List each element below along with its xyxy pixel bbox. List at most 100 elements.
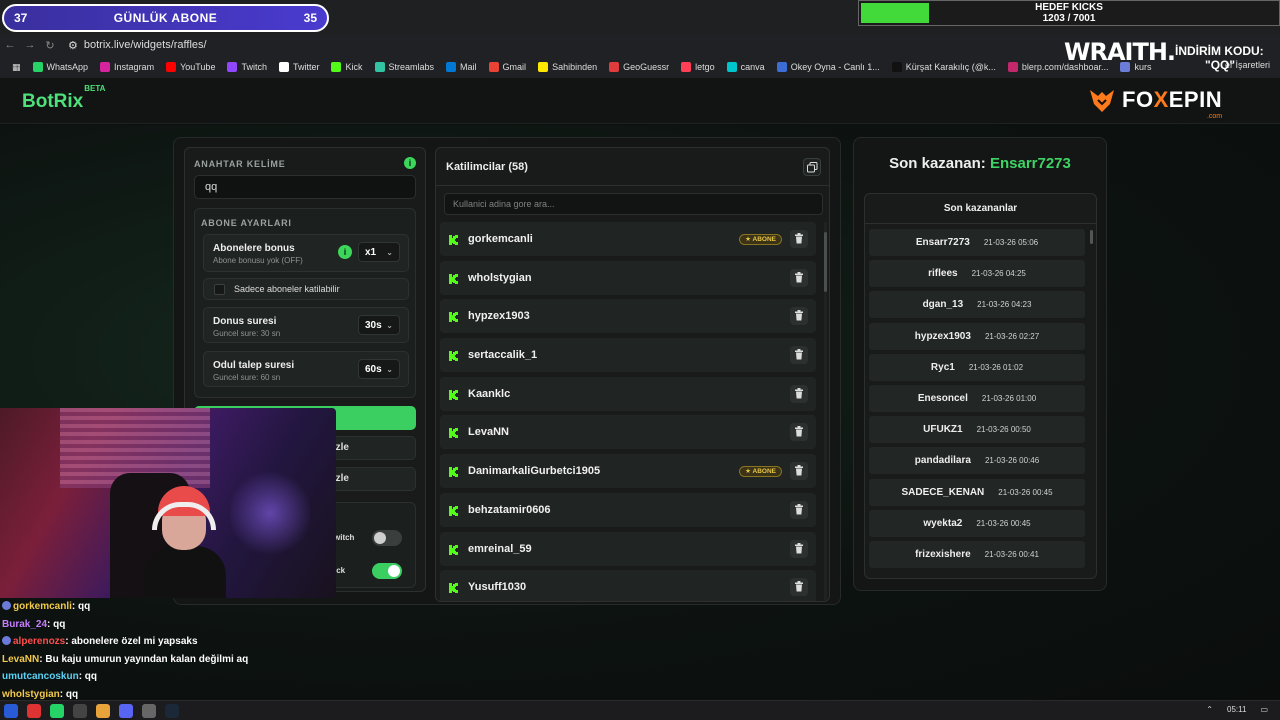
remove-participant-button[interactable] bbox=[790, 462, 808, 481]
remove-participant-button[interactable] bbox=[790, 230, 808, 248]
site-info-icon[interactable]: ⚙ bbox=[68, 39, 78, 52]
url-field[interactable]: ⚙ botrix.live/widgets/raffles/ bbox=[68, 39, 207, 52]
claim-time-select[interactable]: 60s ⌄ bbox=[358, 359, 400, 379]
participant-row[interactable]: LevaNN bbox=[440, 415, 816, 450]
kick-icon bbox=[448, 504, 460, 516]
participant-scrollbar[interactable] bbox=[824, 222, 827, 600]
bookmark-7[interactable]: Mail bbox=[442, 62, 485, 72]
participant-search-input[interactable]: Kullanici adina gore ara... bbox=[444, 193, 823, 215]
participant-row[interactable]: gorkemcanli ★ ABONE bbox=[440, 222, 816, 256]
winner-date: 21-03-26 00:46 bbox=[984, 456, 1040, 466]
bookmark-favicon-icon bbox=[32, 62, 43, 72]
sub-bonus-select[interactable]: x1 ⌄ bbox=[358, 242, 400, 262]
bookmark-8[interactable]: Gmail bbox=[485, 62, 535, 72]
bookmark-label: GeoGuessr bbox=[623, 62, 670, 72]
chat-username: wholstygian bbox=[2, 688, 60, 700]
keyword-input[interactable]: qq bbox=[194, 175, 416, 199]
remove-participant-button[interactable] bbox=[790, 307, 808, 326]
bookmark-14[interactable]: Kürşat Karakılıç (@k... bbox=[888, 62, 1004, 72]
participant-row[interactable]: emreinal_59 bbox=[440, 531, 816, 566]
last-winner-name: Ensarr7273 bbox=[989, 155, 1071, 172]
bookmark-label: Mail bbox=[460, 62, 477, 72]
winner-name: SADECE_KENAN bbox=[901, 486, 985, 498]
discord-icon[interactable] bbox=[119, 704, 133, 718]
participant-row[interactable]: Kaanklc bbox=[440, 376, 816, 411]
bookmark-favicon-icon bbox=[726, 62, 737, 72]
remove-participant-button[interactable] bbox=[790, 539, 808, 558]
winners-scrollbar[interactable] bbox=[1090, 230, 1093, 570]
kick-icon bbox=[448, 272, 460, 284]
remove-participant-button[interactable] bbox=[790, 268, 808, 287]
info-icon[interactable]: i bbox=[404, 157, 416, 169]
obs-icon[interactable] bbox=[142, 704, 156, 718]
botrix-logo[interactable]: BotRixBETA bbox=[22, 84, 105, 113]
bookmark-5[interactable]: Kick bbox=[327, 62, 370, 72]
bookmark-2[interactable]: YouTube bbox=[162, 62, 223, 72]
winner-name: Ryc1 bbox=[930, 361, 955, 373]
remove-participant-button[interactable] bbox=[790, 578, 808, 597]
participant-row[interactable]: sertaccalik_1 bbox=[440, 338, 816, 373]
kicks-goal-label: HEDEF KICKS bbox=[1035, 2, 1103, 13]
remove-participant-button[interactable] bbox=[790, 384, 808, 403]
back-icon[interactable]: ← bbox=[0, 39, 20, 51]
bookmark-1[interactable]: Instagram bbox=[96, 62, 162, 72]
bookmark-0[interactable]: WhatsApp bbox=[29, 62, 97, 72]
bookmark-12[interactable]: canva bbox=[723, 62, 773, 72]
participant-row[interactable]: behzatamir0606 bbox=[440, 492, 816, 527]
bookmark-11[interactable]: letgo bbox=[677, 62, 723, 72]
reload-icon[interactable]: ↻ bbox=[40, 39, 60, 52]
sub-settings-card: ABONE AYARLARI Abonelere bonus Abone bon… bbox=[194, 208, 416, 398]
twitch-toggle-label: witch bbox=[334, 533, 355, 542]
participant-row[interactable]: wholstygian bbox=[440, 260, 816, 295]
winner-date: 21-03-26 00:41 bbox=[984, 549, 1039, 559]
duration-select[interactable]: 30s ⌄ bbox=[358, 315, 400, 335]
steam-icon[interactable] bbox=[165, 704, 179, 718]
folder-icon[interactable] bbox=[73, 704, 87, 718]
streamer-webcam bbox=[0, 408, 336, 598]
clock: 05:11 bbox=[1227, 705, 1247, 714]
remove-participant-button[interactable] bbox=[790, 423, 808, 442]
remove-participant-button[interactable] bbox=[790, 346, 808, 365]
chat-username: umutcancoskun bbox=[2, 671, 79, 682]
subs-only-row[interactable]: Sadece aboneler katilabilir bbox=[203, 278, 409, 300]
participant-row[interactable]: hypzex1903 bbox=[440, 299, 816, 334]
bookmark-4[interactable]: Twitter bbox=[275, 62, 328, 72]
chevron-down-icon: ⌄ bbox=[386, 320, 393, 330]
chrome-icon[interactable] bbox=[96, 704, 110, 718]
bookmark-6[interactable]: Streamlabs bbox=[371, 62, 443, 72]
participant-row[interactable]: DanimarkaliGurbetci1905 ★ ABONE bbox=[440, 454, 816, 489]
winner-row: wyekta2 21-03-26 00:45 bbox=[869, 509, 1085, 537]
copy-button[interactable] bbox=[803, 158, 821, 176]
foxepin-logo: FOXEPIN .com bbox=[1088, 86, 1222, 120]
bookmark-9[interactable]: Sahibinden bbox=[534, 62, 605, 72]
app-icon[interactable] bbox=[27, 704, 41, 718]
subs-only-checkbox[interactable] bbox=[214, 284, 225, 295]
winner-name: UFUKZ1 bbox=[923, 424, 963, 436]
sub-bonus-info-icon[interactable]: i bbox=[338, 245, 352, 259]
bookmark-10[interactable]: GeoGuessr bbox=[605, 62, 677, 72]
forward-icon[interactable]: → bbox=[20, 39, 40, 51]
participant-name: behzatamir0606 bbox=[468, 503, 551, 516]
participant-name: sertaccalik_1 bbox=[468, 349, 538, 362]
whatsapp-icon[interactable] bbox=[50, 704, 64, 718]
participant-row[interactable]: Yusuff1030 bbox=[440, 570, 816, 601]
participant-name: gorkemcanli bbox=[468, 233, 533, 245]
bookmark-favicon-icon bbox=[538, 62, 549, 72]
chevron-down-icon: ⌄ bbox=[386, 247, 393, 257]
notification-icon[interactable]: ▭ bbox=[1260, 705, 1268, 714]
claim-time-title: Odul talep suresi bbox=[213, 360, 295, 371]
participant-name: Yusuff1030 bbox=[468, 581, 527, 594]
winner-row: SADECE_KENAN 21-03-26 00:45 bbox=[869, 478, 1085, 506]
tray-chevron-icon[interactable]: ⌃ bbox=[1206, 705, 1213, 714]
twitch-toggle[interactable] bbox=[372, 530, 402, 546]
kick-toggle[interactable] bbox=[372, 563, 402, 579]
chat-text: : qq bbox=[59, 688, 79, 700]
apps-icon[interactable]: ▦ bbox=[8, 62, 29, 73]
bookmark-label: Twitter bbox=[292, 62, 320, 72]
remove-participant-button[interactable] bbox=[790, 500, 808, 519]
chat-text: : qq bbox=[71, 601, 91, 612]
start-icon[interactable] bbox=[4, 704, 18, 718]
bookmark-3[interactable]: Twitch bbox=[223, 62, 275, 72]
participant-list: gorkemcanli ★ ABONE wholstygian hypzex1903 s… bbox=[440, 222, 816, 601]
bookmark-13[interactable]: Okey Oyna - Canlı 1... bbox=[773, 62, 888, 72]
